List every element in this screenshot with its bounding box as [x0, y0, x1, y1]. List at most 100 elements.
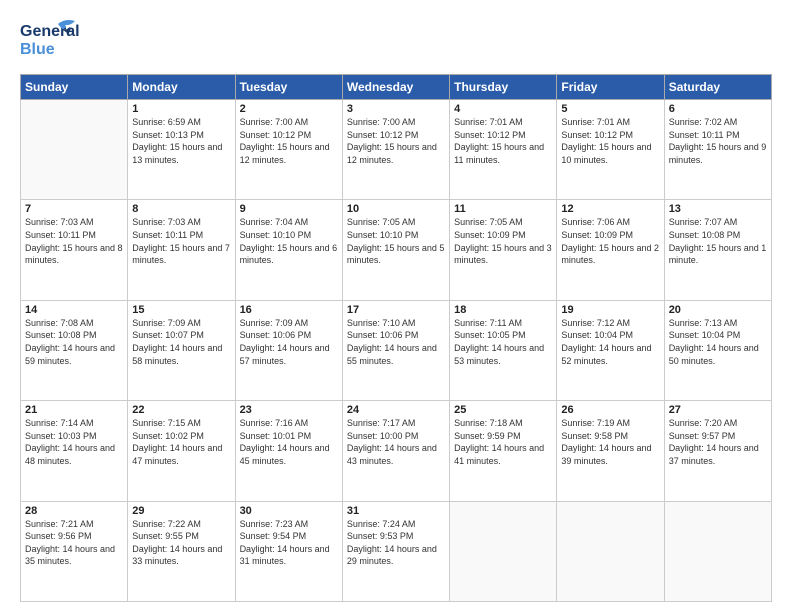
day-number: 24	[347, 404, 445, 416]
day-cell: 19Sunrise: 7:12 AM Sunset: 10:04 PM Dayl…	[557, 300, 664, 400]
day-info: Sunrise: 7:11 AM Sunset: 10:05 PM Daylig…	[454, 317, 552, 367]
day-cell: 28Sunrise: 7:21 AM Sunset: 9:56 PM Dayli…	[21, 501, 128, 601]
day-cell	[21, 100, 128, 200]
day-cell	[664, 501, 771, 601]
day-cell: 26Sunrise: 7:19 AM Sunset: 9:58 PM Dayli…	[557, 401, 664, 501]
day-number: 2	[240, 103, 338, 115]
day-number: 15	[132, 304, 230, 316]
day-cell: 16Sunrise: 7:09 AM Sunset: 10:06 PM Dayl…	[235, 300, 342, 400]
day-info: Sunrise: 7:16 AM Sunset: 10:01 PM Daylig…	[240, 417, 338, 467]
day-cell: 29Sunrise: 7:22 AM Sunset: 9:55 PM Dayli…	[128, 501, 235, 601]
day-info: Sunrise: 7:01 AM Sunset: 10:12 PM Daylig…	[454, 116, 552, 166]
day-cell: 22Sunrise: 7:15 AM Sunset: 10:02 PM Dayl…	[128, 401, 235, 501]
week-row-1: 7Sunrise: 7:03 AM Sunset: 10:11 PM Dayli…	[21, 200, 772, 300]
day-cell: 5Sunrise: 7:01 AM Sunset: 10:12 PM Dayli…	[557, 100, 664, 200]
day-info: Sunrise: 7:12 AM Sunset: 10:04 PM Daylig…	[561, 317, 659, 367]
day-number: 21	[25, 404, 123, 416]
weekday-saturday: Saturday	[664, 75, 771, 100]
day-number: 31	[347, 505, 445, 517]
day-cell: 12Sunrise: 7:06 AM Sunset: 10:09 PM Dayl…	[557, 200, 664, 300]
day-cell	[450, 501, 557, 601]
day-number: 27	[669, 404, 767, 416]
day-info: Sunrise: 7:06 AM Sunset: 10:09 PM Daylig…	[561, 216, 659, 266]
day-number: 11	[454, 203, 552, 215]
day-number: 26	[561, 404, 659, 416]
day-number: 1	[132, 103, 230, 115]
day-info: Sunrise: 7:10 AM Sunset: 10:06 PM Daylig…	[347, 317, 445, 367]
day-info: Sunrise: 6:59 AM Sunset: 10:13 PM Daylig…	[132, 116, 230, 166]
day-info: Sunrise: 7:00 AM Sunset: 10:12 PM Daylig…	[240, 116, 338, 166]
day-number: 23	[240, 404, 338, 416]
day-number: 7	[25, 203, 123, 215]
logo: General Blue	[20, 16, 80, 66]
day-cell: 15Sunrise: 7:09 AM Sunset: 10:07 PM Dayl…	[128, 300, 235, 400]
day-number: 13	[669, 203, 767, 215]
day-info: Sunrise: 7:04 AM Sunset: 10:10 PM Daylig…	[240, 216, 338, 266]
day-cell: 20Sunrise: 7:13 AM Sunset: 10:04 PM Dayl…	[664, 300, 771, 400]
week-row-0: 1Sunrise: 6:59 AM Sunset: 10:13 PM Dayli…	[21, 100, 772, 200]
day-cell: 3Sunrise: 7:00 AM Sunset: 10:12 PM Dayli…	[342, 100, 449, 200]
day-number: 5	[561, 103, 659, 115]
week-row-3: 21Sunrise: 7:14 AM Sunset: 10:03 PM Dayl…	[21, 401, 772, 501]
day-cell: 7Sunrise: 7:03 AM Sunset: 10:11 PM Dayli…	[21, 200, 128, 300]
day-number: 10	[347, 203, 445, 215]
day-cell: 13Sunrise: 7:07 AM Sunset: 10:08 PM Dayl…	[664, 200, 771, 300]
weekday-friday: Friday	[557, 75, 664, 100]
day-cell: 23Sunrise: 7:16 AM Sunset: 10:01 PM Dayl…	[235, 401, 342, 501]
weekday-wednesday: Wednesday	[342, 75, 449, 100]
day-cell: 25Sunrise: 7:18 AM Sunset: 9:59 PM Dayli…	[450, 401, 557, 501]
day-cell: 10Sunrise: 7:05 AM Sunset: 10:10 PM Dayl…	[342, 200, 449, 300]
logo-icon: General Blue	[20, 16, 80, 66]
day-cell: 31Sunrise: 7:24 AM Sunset: 9:53 PM Dayli…	[342, 501, 449, 601]
day-number: 28	[25, 505, 123, 517]
day-number: 17	[347, 304, 445, 316]
day-cell: 30Sunrise: 7:23 AM Sunset: 9:54 PM Dayli…	[235, 501, 342, 601]
day-info: Sunrise: 7:00 AM Sunset: 10:12 PM Daylig…	[347, 116, 445, 166]
week-row-2: 14Sunrise: 7:08 AM Sunset: 10:08 PM Dayl…	[21, 300, 772, 400]
day-number: 12	[561, 203, 659, 215]
day-cell: 17Sunrise: 7:10 AM Sunset: 10:06 PM Dayl…	[342, 300, 449, 400]
weekday-sunday: Sunday	[21, 75, 128, 100]
day-cell: 21Sunrise: 7:14 AM Sunset: 10:03 PM Dayl…	[21, 401, 128, 501]
day-cell: 27Sunrise: 7:20 AM Sunset: 9:57 PM Dayli…	[664, 401, 771, 501]
day-info: Sunrise: 7:23 AM Sunset: 9:54 PM Dayligh…	[240, 518, 338, 568]
day-info: Sunrise: 7:15 AM Sunset: 10:02 PM Daylig…	[132, 417, 230, 467]
day-info: Sunrise: 7:22 AM Sunset: 9:55 PM Dayligh…	[132, 518, 230, 568]
day-info: Sunrise: 7:09 AM Sunset: 10:07 PM Daylig…	[132, 317, 230, 367]
day-number: 18	[454, 304, 552, 316]
day-cell: 9Sunrise: 7:04 AM Sunset: 10:10 PM Dayli…	[235, 200, 342, 300]
day-cell: 8Sunrise: 7:03 AM Sunset: 10:11 PM Dayli…	[128, 200, 235, 300]
day-cell: 14Sunrise: 7:08 AM Sunset: 10:08 PM Dayl…	[21, 300, 128, 400]
day-cell: 2Sunrise: 7:00 AM Sunset: 10:12 PM Dayli…	[235, 100, 342, 200]
day-number: 22	[132, 404, 230, 416]
day-number: 3	[347, 103, 445, 115]
day-info: Sunrise: 7:03 AM Sunset: 10:11 PM Daylig…	[25, 216, 123, 266]
svg-text:Blue: Blue	[20, 41, 55, 58]
day-number: 6	[669, 103, 767, 115]
day-info: Sunrise: 7:19 AM Sunset: 9:58 PM Dayligh…	[561, 417, 659, 467]
day-number: 14	[25, 304, 123, 316]
day-number: 25	[454, 404, 552, 416]
day-cell: 1Sunrise: 6:59 AM Sunset: 10:13 PM Dayli…	[128, 100, 235, 200]
day-number: 9	[240, 203, 338, 215]
calendar-table: SundayMondayTuesdayWednesdayThursdayFrid…	[20, 74, 772, 602]
weekday-tuesday: Tuesday	[235, 75, 342, 100]
day-info: Sunrise: 7:18 AM Sunset: 9:59 PM Dayligh…	[454, 417, 552, 467]
day-info: Sunrise: 7:05 AM Sunset: 10:10 PM Daylig…	[347, 216, 445, 266]
weekday-monday: Monday	[128, 75, 235, 100]
day-number: 16	[240, 304, 338, 316]
day-info: Sunrise: 7:01 AM Sunset: 10:12 PM Daylig…	[561, 116, 659, 166]
day-info: Sunrise: 7:24 AM Sunset: 9:53 PM Dayligh…	[347, 518, 445, 568]
day-info: Sunrise: 7:20 AM Sunset: 9:57 PM Dayligh…	[669, 417, 767, 467]
day-info: Sunrise: 7:13 AM Sunset: 10:04 PM Daylig…	[669, 317, 767, 367]
day-cell: 18Sunrise: 7:11 AM Sunset: 10:05 PM Dayl…	[450, 300, 557, 400]
weekday-header-row: SundayMondayTuesdayWednesdayThursdayFrid…	[21, 75, 772, 100]
day-cell: 6Sunrise: 7:02 AM Sunset: 10:11 PM Dayli…	[664, 100, 771, 200]
page: General Blue SundayMondayTuesdayWednesda…	[0, 0, 792, 612]
day-info: Sunrise: 7:05 AM Sunset: 10:09 PM Daylig…	[454, 216, 552, 266]
day-info: Sunrise: 7:08 AM Sunset: 10:08 PM Daylig…	[25, 317, 123, 367]
day-number: 8	[132, 203, 230, 215]
day-info: Sunrise: 7:21 AM Sunset: 9:56 PM Dayligh…	[25, 518, 123, 568]
day-info: Sunrise: 7:17 AM Sunset: 10:00 PM Daylig…	[347, 417, 445, 467]
day-number: 29	[132, 505, 230, 517]
